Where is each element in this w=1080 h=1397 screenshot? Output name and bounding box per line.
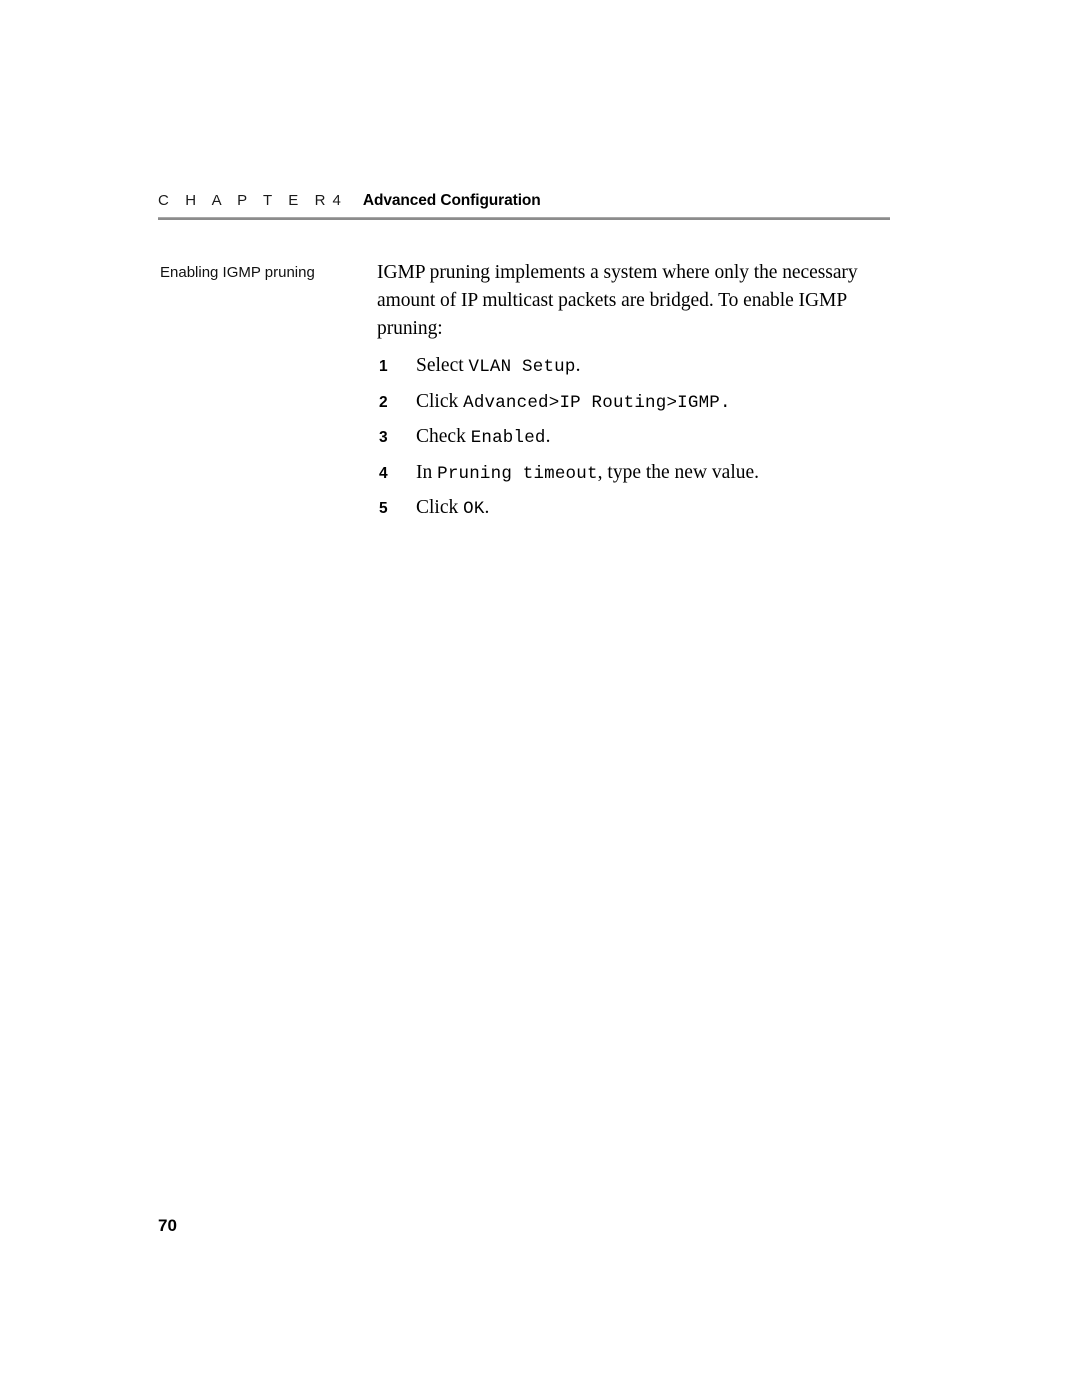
step-number: 5 [379, 500, 388, 517]
body-column: IGMP pruning implements a system where o… [377, 259, 893, 532]
step-tail-text: . [575, 355, 581, 376]
step-number: 2 [379, 393, 388, 411]
chapter-number: 4 [332, 192, 341, 209]
step-number: 3 [379, 429, 388, 446]
step-tail-text: . [545, 426, 551, 447]
step-lead-text: Click [416, 497, 464, 518]
step-number: 1 [379, 358, 388, 375]
step-tail-text: . [484, 497, 490, 518]
step-lead-text: In [416, 461, 438, 483]
page-number: 70 [158, 1216, 177, 1235]
step-ui-term: Advanced>IP Routing>IGMP. [463, 392, 731, 413]
section-side-heading: Enabling IGMP pruning [160, 264, 315, 281]
header-divider [158, 217, 890, 220]
procedure-steps-list: 1 Select VLAN Setup. 2 Click Advanced>IP… [377, 354, 893, 521]
step-lead-text: Click [416, 390, 464, 412]
step-number: 4 [379, 464, 388, 482]
procedure-step: 2 Click Advanced>IP Routing>IGMP. [377, 390, 893, 415]
step-ui-term: VLAN Setup [468, 357, 576, 377]
step-text: Click OK. [416, 497, 490, 519]
step-tail-text: , type the new value. [597, 461, 760, 483]
step-ui-term: OK [463, 499, 485, 519]
step-text: Select VLAN Setup. [416, 355, 581, 377]
intro-paragraph: IGMP pruning implements a system where o… [377, 262, 858, 339]
chapter-title: Advanced Configuration [362, 192, 541, 209]
chapter-word: C H A P T E R [158, 192, 332, 209]
procedure-step: 3 Check Enabled. [377, 425, 893, 450]
procedure-step: 5 Click OK. [377, 496, 893, 521]
running-header: C H A P T E R 4 Advanced Configuration [158, 192, 890, 210]
step-lead-text: Select [416, 355, 469, 376]
step-text: Click Advanced>IP Routing>IGMP. [416, 390, 731, 413]
procedure-step: 1 Select VLAN Setup. [377, 354, 893, 379]
step-lead-text: Check [416, 426, 471, 447]
document-page: C H A P T E R 4 Advanced Configuration E… [0, 0, 1080, 1397]
step-ui-term: Enabled [470, 428, 546, 448]
step-text: Check Enabled. [416, 426, 551, 448]
step-text: In Pruning timeout, type the new value. [416, 461, 760, 484]
step-ui-term: Pruning timeout [437, 463, 598, 484]
procedure-step: 4 In Pruning timeout, type the new value… [377, 461, 893, 486]
